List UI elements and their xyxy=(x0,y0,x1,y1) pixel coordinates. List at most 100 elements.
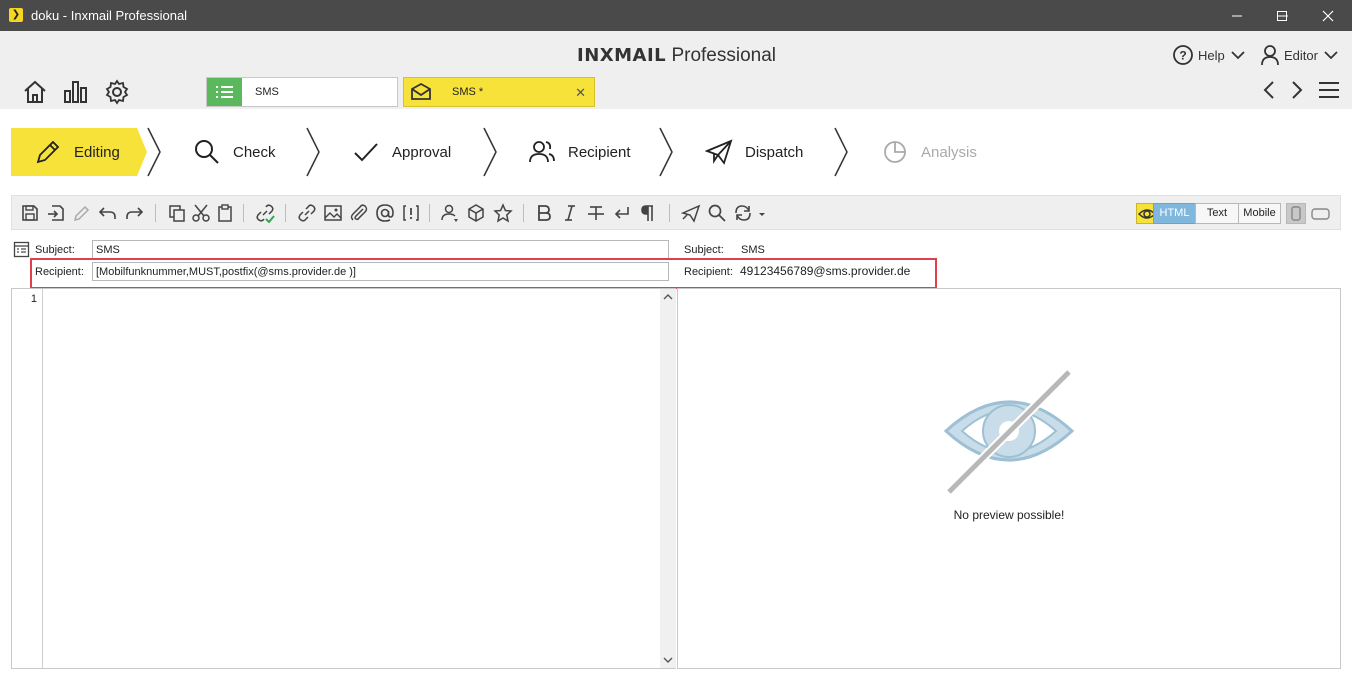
close-tab-icon[interactable]: ✕ xyxy=(575,85,586,101)
maximize-button[interactable] xyxy=(1259,0,1305,31)
at-sign-icon[interactable] xyxy=(375,203,395,223)
preview-pane: No preview possible! xyxy=(677,288,1341,669)
statistics-icon[interactable] xyxy=(63,79,89,105)
gear-icon[interactable] xyxy=(104,79,130,105)
toolbar-separator xyxy=(523,204,524,222)
portrait-toggle-button[interactable] xyxy=(1286,203,1306,224)
star-icon[interactable] xyxy=(493,203,513,223)
phone-landscape-icon[interactable] xyxy=(1310,205,1332,223)
app-icon: ❯ xyxy=(9,8,23,22)
toolbar-separator xyxy=(285,204,286,222)
save-icon[interactable] xyxy=(20,203,40,223)
user-icon xyxy=(1261,45,1279,66)
help-menu[interactable]: ? Help xyxy=(1172,44,1249,66)
window-title: doku - Inxmail Professional xyxy=(31,8,188,23)
tab-label: SMS xyxy=(255,86,279,98)
title-bar: ❯ doku - Inxmail Professional xyxy=(0,0,1352,31)
refresh-dropdown-icon[interactable] xyxy=(757,203,767,223)
maximize-icon xyxy=(1277,11,1287,21)
step-recipient[interactable]: Recipient xyxy=(528,128,631,176)
step-analysis: Analysis xyxy=(881,128,977,176)
search-icon xyxy=(195,140,219,164)
editor-scrollbar[interactable] xyxy=(660,289,676,668)
help-icon: ? xyxy=(1173,45,1193,65)
find-icon[interactable] xyxy=(707,203,727,223)
minimize-button-2[interactable] xyxy=(1214,0,1260,31)
line-number-gutter: 1 xyxy=(12,289,43,668)
edit-disabled-icon xyxy=(73,205,90,222)
recipient-highlight-box xyxy=(30,258,937,289)
step-approval[interactable]: Approval xyxy=(352,128,451,176)
chevron-separator xyxy=(147,127,161,177)
step-editing[interactable]: Editing xyxy=(11,128,137,176)
image-icon[interactable] xyxy=(323,203,343,223)
undo-icon[interactable] xyxy=(98,203,118,223)
paper-plane-icon xyxy=(705,139,733,165)
link-icon[interactable] xyxy=(297,203,317,223)
toolbar-separator xyxy=(243,204,244,222)
paragraph-icon[interactable] xyxy=(638,203,658,223)
redo-icon[interactable] xyxy=(124,203,144,223)
line-number: 1 xyxy=(30,293,37,305)
brand-logo: INXMAIL Professional xyxy=(577,45,776,66)
chevron-right-icon[interactable] xyxy=(1285,79,1307,101)
tab-label: SMS * xyxy=(452,86,484,98)
toolbar-separator xyxy=(155,204,156,222)
workflow-steps: Editing Check Approval Recipient Dispatc… xyxy=(0,109,1352,195)
user-label: Editor xyxy=(1284,47,1318,63)
paste-icon[interactable] xyxy=(215,203,235,223)
help-label: Help xyxy=(1198,47,1225,63)
toolbar-separator xyxy=(429,204,430,222)
view-html-button[interactable]: HTML xyxy=(1153,203,1196,224)
user-menu[interactable]: Editor xyxy=(1260,44,1342,66)
tab-sms-list[interactable]: SMS xyxy=(206,77,398,107)
chevron-down-icon xyxy=(1324,51,1338,60)
chevron-separator xyxy=(659,127,673,177)
import-icon[interactable] xyxy=(46,203,66,223)
strikethrough-icon[interactable] xyxy=(586,203,606,223)
envelope-icon xyxy=(404,78,439,106)
bold-icon[interactable] xyxy=(534,203,554,223)
no-preview-eye-icon xyxy=(943,369,1075,495)
toolbar-separator xyxy=(669,204,670,222)
close-window-button[interactable] xyxy=(1305,0,1351,31)
close-icon xyxy=(1322,10,1334,22)
view-mobile-button[interactable]: Mobile xyxy=(1238,203,1281,224)
test-send-icon[interactable] xyxy=(681,203,701,223)
menu-icon[interactable] xyxy=(1318,79,1340,101)
home-icon[interactable] xyxy=(22,79,48,105)
placeholder-icon[interactable] xyxy=(401,203,421,223)
no-preview-message: No preview possible! xyxy=(953,508,1065,522)
pie-chart-icon xyxy=(884,141,906,163)
subject-label: Subject: xyxy=(35,244,75,256)
italic-icon[interactable] xyxy=(560,203,580,223)
preview-subject-label: Subject: xyxy=(684,244,724,256)
chevron-left-icon[interactable] xyxy=(1259,79,1281,101)
pencil-icon xyxy=(36,140,60,164)
phone-portrait-icon xyxy=(1291,206,1301,221)
step-dispatch[interactable]: Dispatch xyxy=(705,128,803,176)
scroll-down-icon[interactable] xyxy=(663,656,673,664)
line-break-icon[interactable] xyxy=(612,203,632,223)
list-icon xyxy=(207,78,242,106)
form-fields-icon[interactable] xyxy=(13,241,30,258)
copy-icon[interactable] xyxy=(167,203,187,223)
tab-sms-edit[interactable]: SMS * ✕ xyxy=(403,77,595,107)
view-text-button[interactable]: Text xyxy=(1195,203,1239,224)
users-icon xyxy=(529,141,555,163)
code-editor[interactable]: 1 xyxy=(11,288,676,669)
editor-toolbar: HTML Text Mobile xyxy=(11,195,1341,230)
chevron-separator xyxy=(483,127,497,177)
recipient-field-icon[interactable] xyxy=(440,203,460,223)
minimize-icon xyxy=(1232,15,1242,17)
module-icon[interactable] xyxy=(466,203,486,223)
chevron-separator xyxy=(306,127,320,177)
scroll-up-icon[interactable] xyxy=(663,293,673,301)
step-check[interactable]: Check xyxy=(193,128,276,176)
subject-input[interactable]: SMS xyxy=(92,240,669,259)
cut-icon[interactable] xyxy=(191,203,211,223)
link-check-icon[interactable] xyxy=(255,203,275,223)
attachment-icon[interactable] xyxy=(349,203,369,223)
refresh-icon[interactable] xyxy=(733,203,753,223)
checkmark-icon xyxy=(354,143,378,162)
